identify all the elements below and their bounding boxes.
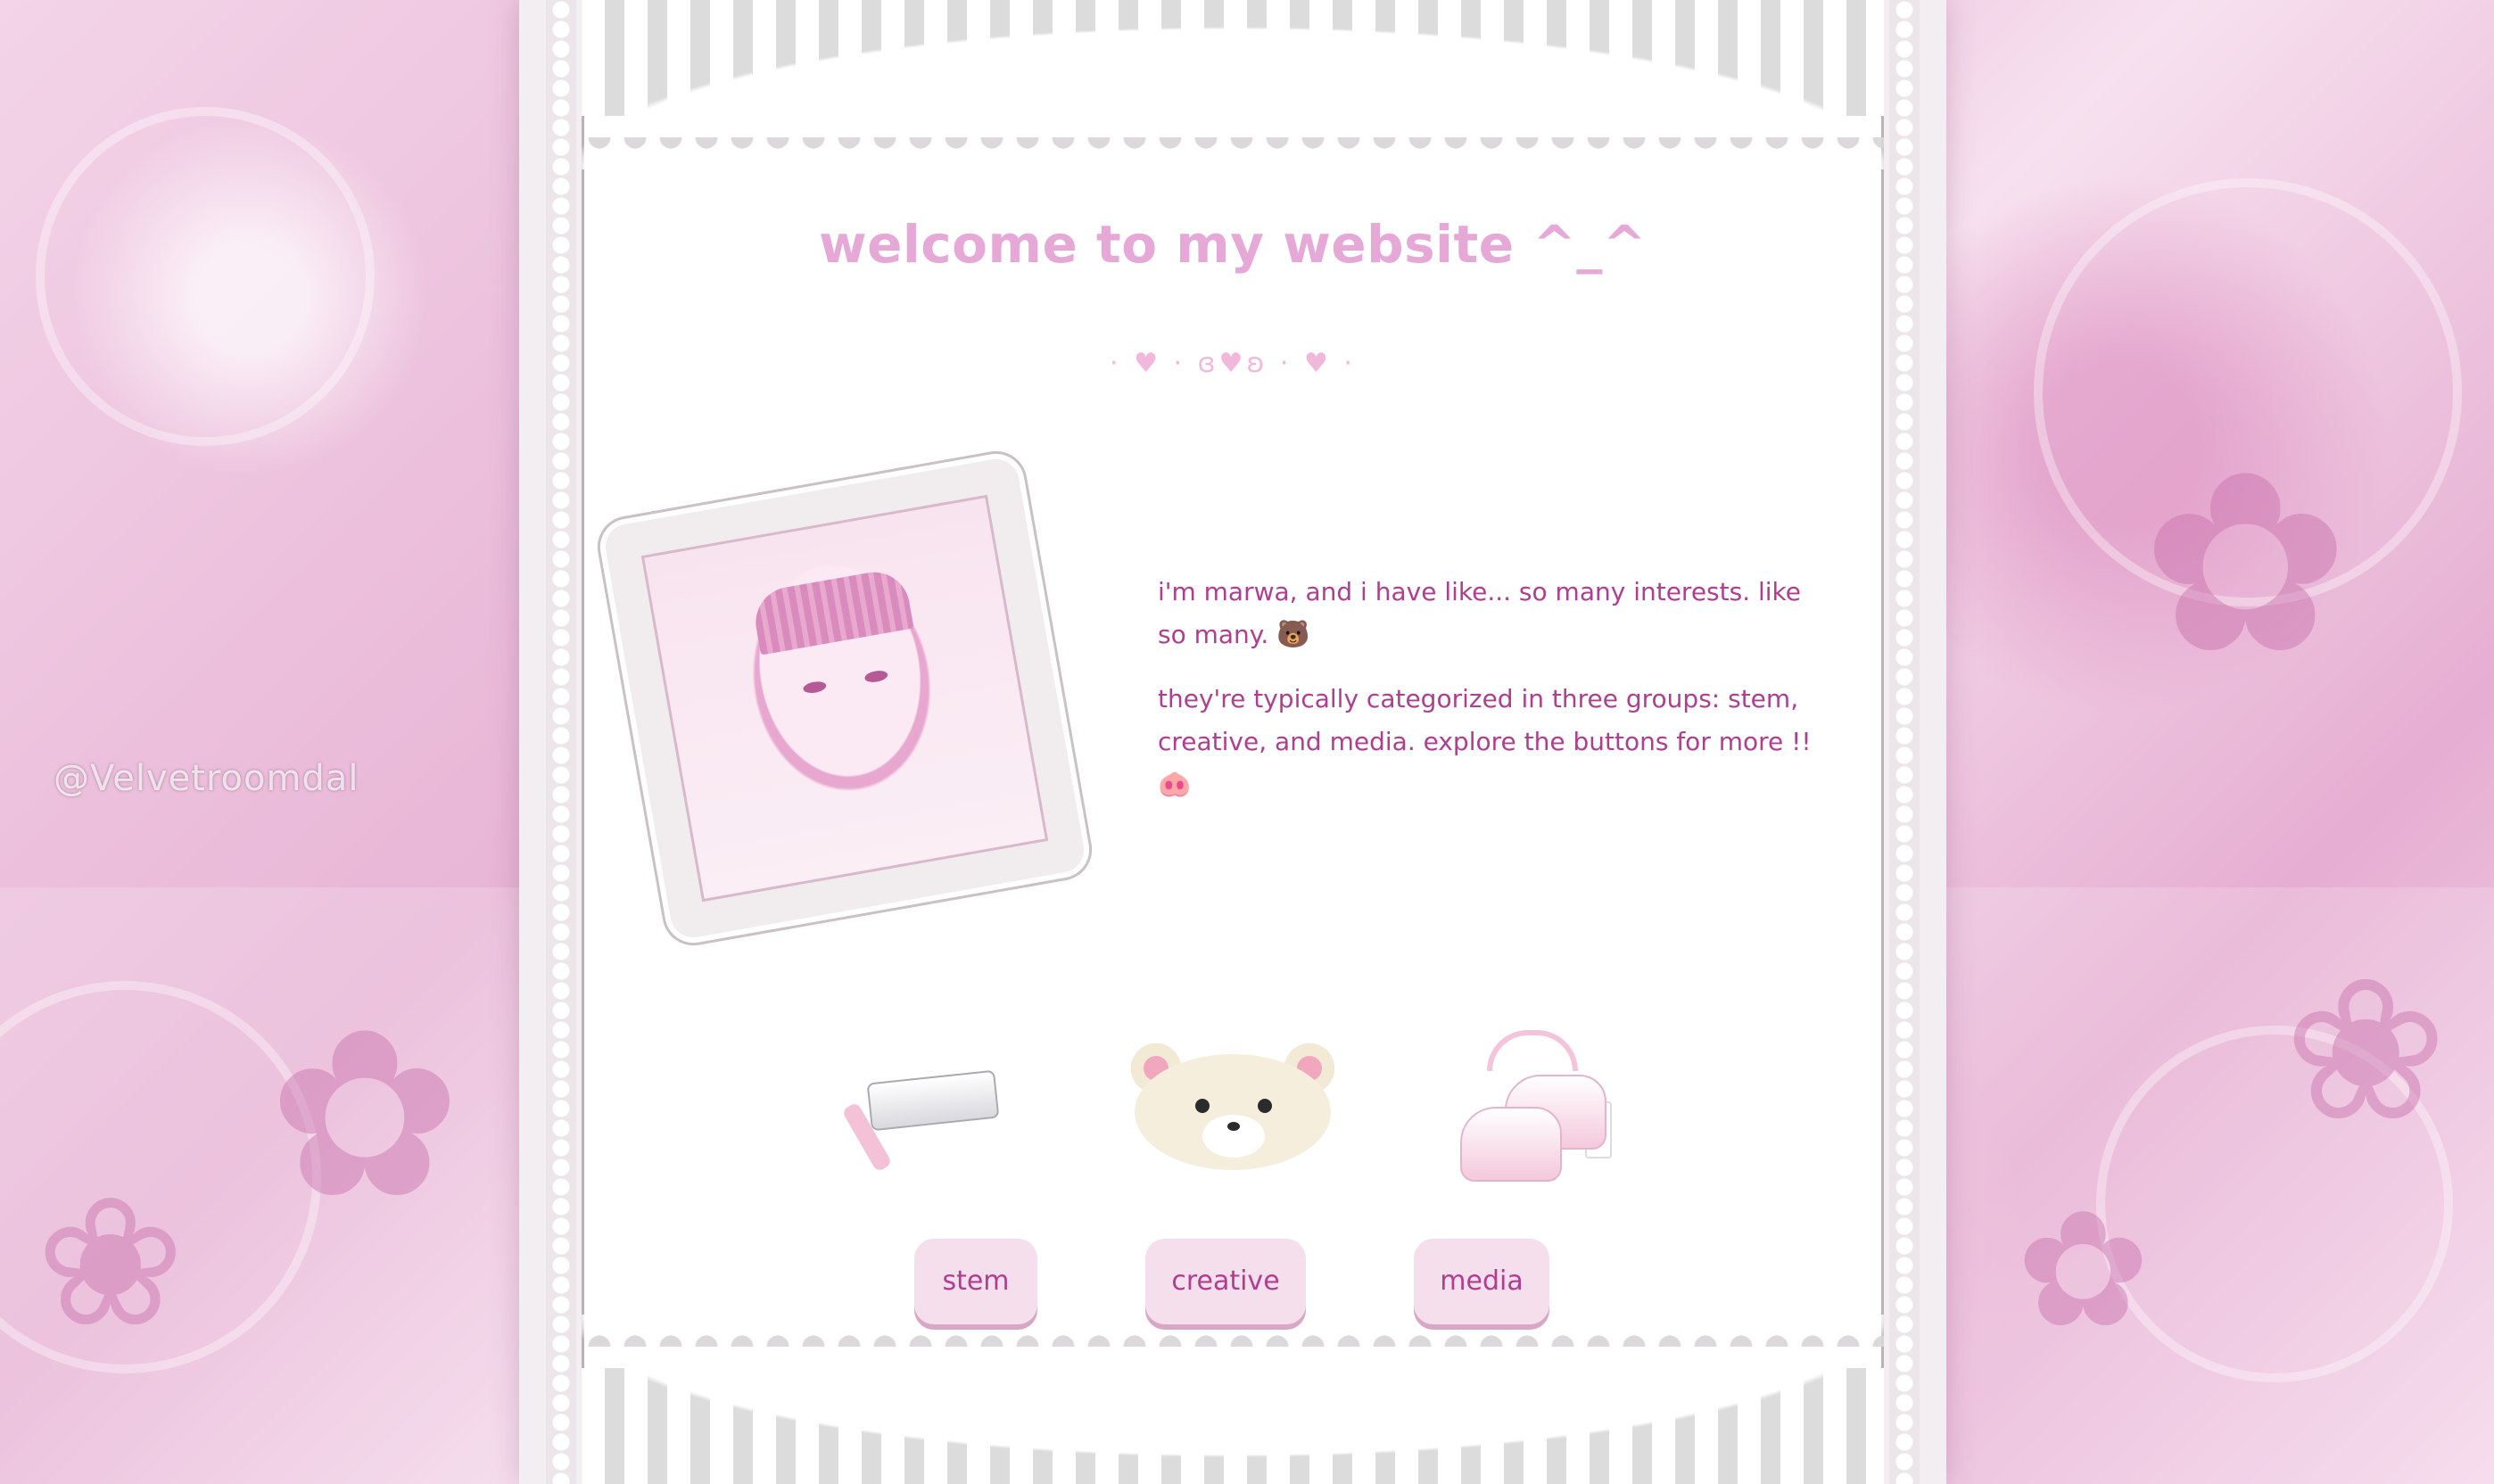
profile-photo-frame	[601, 455, 1088, 942]
usb-drive-icon	[841, 1066, 1000, 1173]
wing-heart-divider: · ♥ · ɞ♥ʚ · ♥ ·	[1110, 348, 1356, 379]
flower-decoration: ❀	[36, 1159, 186, 1367]
bio-paragraph-1: i'm marwa, and i have like... so many in…	[1158, 571, 1818, 656]
bear-face-icon: 🐻	[1276, 619, 1310, 650]
flower-decoration: ✿	[268, 981, 462, 1250]
hair-bangs	[750, 566, 914, 655]
pink-shoes-icon	[1451, 1030, 1621, 1191]
bio-paragraph-1-text: i'm marwa, and i have like... so many in…	[1158, 577, 1801, 649]
portrait-drawing-image	[640, 494, 1049, 903]
stem-button[interactable]: stem	[914, 1239, 1037, 1324]
bear-eye-right	[1258, 1099, 1272, 1113]
creative-button[interactable]: creative	[1145, 1239, 1306, 1324]
content-panel: welcome to my website ^_^ · ♥ · ɞ♥ʚ · ♥ …	[519, 0, 1946, 1484]
eye	[802, 680, 828, 695]
eye	[863, 669, 889, 684]
bio-text: i'm marwa, and i have like... so many in…	[1158, 571, 1818, 828]
bear-nose	[1227, 1122, 1240, 1131]
usb-body	[866, 1069, 1000, 1132]
bio-paragraph-2-text: they're typically categorized in three g…	[1158, 684, 1812, 756]
media-button[interactable]: media	[1414, 1239, 1549, 1324]
shoe-front	[1460, 1107, 1562, 1182]
page-title: welcome to my website ^_^	[819, 214, 1647, 275]
bear-plush-icon	[1126, 1036, 1340, 1170]
lace-arch-bottom	[582, 1306, 1884, 1484]
bio-paragraph-2: they're typically categorized in three g…	[1158, 678, 1818, 806]
shoe-strap	[1487, 1030, 1578, 1071]
flower-decoration: ✿	[2016, 1177, 2151, 1364]
bear-eye-left	[1195, 1099, 1210, 1113]
lace-arch-top	[582, 0, 1884, 178]
flower-decoration: ❀	[2283, 936, 2449, 1165]
flower-decoration: ✿	[2141, 419, 2350, 710]
watermark-text: @Velvetroomdal	[54, 758, 359, 799]
pig-nose-icon: 🐽	[1158, 769, 1192, 800]
swirl-decoration	[36, 107, 375, 446]
